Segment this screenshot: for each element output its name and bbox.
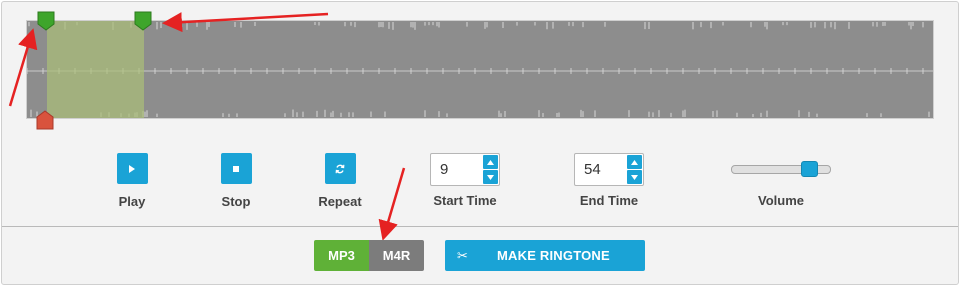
stop-label: Stop [221, 194, 251, 209]
start-time-input[interactable] [431, 154, 483, 185]
end-time-decrement[interactable] [627, 170, 642, 184]
play-button[interactable] [116, 153, 148, 184]
end-time-input[interactable] [575, 154, 627, 185]
chevron-down-icon [487, 174, 494, 180]
volume-slider-thumb[interactable] [801, 161, 818, 177]
chevron-up-icon [631, 159, 638, 165]
waveform[interactable] [26, 20, 934, 119]
repeat-button[interactable] [324, 153, 356, 184]
repeat-label: Repeat [318, 194, 362, 209]
end-time-label: End Time [579, 193, 639, 208]
stop-control: Stop [212, 153, 260, 209]
end-time-increment[interactable] [627, 155, 642, 169]
format-m4r-button[interactable]: M4R [369, 240, 424, 271]
make-ringtone-label: MAKE RINGTONE [497, 248, 610, 263]
stop-icon [233, 165, 239, 172]
start-marker-top[interactable] [37, 11, 55, 31]
format-mp3-button[interactable]: MP3 [314, 240, 369, 271]
waveform-graphic [27, 22, 933, 117]
repeat-control: Repeat [310, 153, 370, 209]
play-label: Play [118, 194, 146, 209]
play-control: Play [108, 153, 156, 209]
panel-divider [2, 226, 958, 227]
end-time-spinner [574, 153, 644, 186]
end-marker-top[interactable] [134, 11, 152, 31]
selection-region[interactable] [47, 21, 144, 118]
play-icon [129, 164, 135, 173]
start-time-increment[interactable] [483, 155, 498, 169]
make-ringtone-button[interactable]: ✂ MAKE RINGTONE [445, 240, 645, 271]
chevron-down-icon [631, 174, 638, 180]
stop-button[interactable] [220, 153, 252, 184]
volume-label: Volume [758, 193, 804, 208]
scissors-icon: ✂ [457, 248, 468, 263]
start-time-label: Start Time [433, 193, 497, 208]
start-time-spinner [430, 153, 500, 186]
playhead-marker-bottom[interactable] [36, 110, 54, 130]
start-time-decrement[interactable] [483, 170, 498, 184]
repeat-icon [335, 164, 345, 173]
chevron-up-icon [487, 159, 494, 165]
